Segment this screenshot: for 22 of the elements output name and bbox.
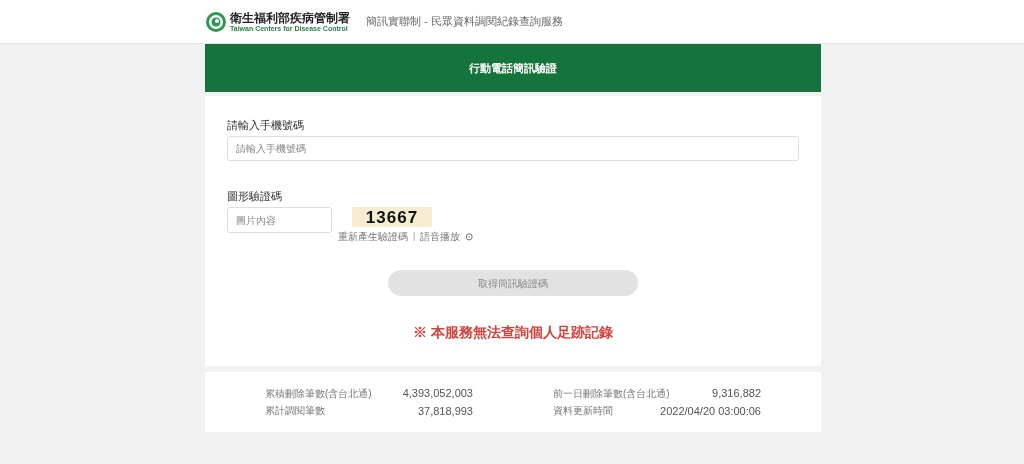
- stat-label: 累計調閱筆數: [265, 404, 325, 419]
- separator: |: [413, 229, 416, 243]
- logo-icon: [205, 10, 227, 33]
- stat-value: 37,818,993: [417, 403, 473, 419]
- phone-input-field[interactable]: 請輸入手機號碼: [227, 136, 799, 161]
- audio-play-link[interactable]: 語音播放: [420, 229, 461, 244]
- play-icon[interactable]: ⊙: [465, 229, 474, 244]
- logo-title: 衛生福利部疾病管制署: [230, 11, 350, 24]
- stat-label: 資料更新時間: [553, 404, 613, 419]
- refresh-captcha-link[interactable]: 重新產生驗證碼: [338, 229, 408, 244]
- stat-value: 9,316,882: [712, 386, 761, 401]
- stat-label: 累積刪除筆數(含台北通): [265, 386, 372, 401]
- stat-label: 前一日刪除筆數(含台北通): [553, 386, 670, 401]
- captcha-label: 圖形驗證碼: [227, 191, 283, 202]
- captcha-input-field[interactable]: 圖片內容: [227, 207, 332, 233]
- captcha-code: 13667: [365, 208, 419, 226]
- phone-label: 請輸入手機號碼: [227, 120, 305, 131]
- banner-title: 行動電話簡訊驗證: [469, 60, 557, 76]
- stat-value: 2022/04/20 03:00:06: [660, 403, 761, 419]
- notice-text: ※ 本服務無法查詢個人足跡記錄: [413, 323, 613, 342]
- stat-value: 4,393,052,003: [402, 386, 473, 401]
- site-title: 簡訊實聯制 - 民眾資料調閱紀錄查詢服務: [366, 14, 563, 30]
